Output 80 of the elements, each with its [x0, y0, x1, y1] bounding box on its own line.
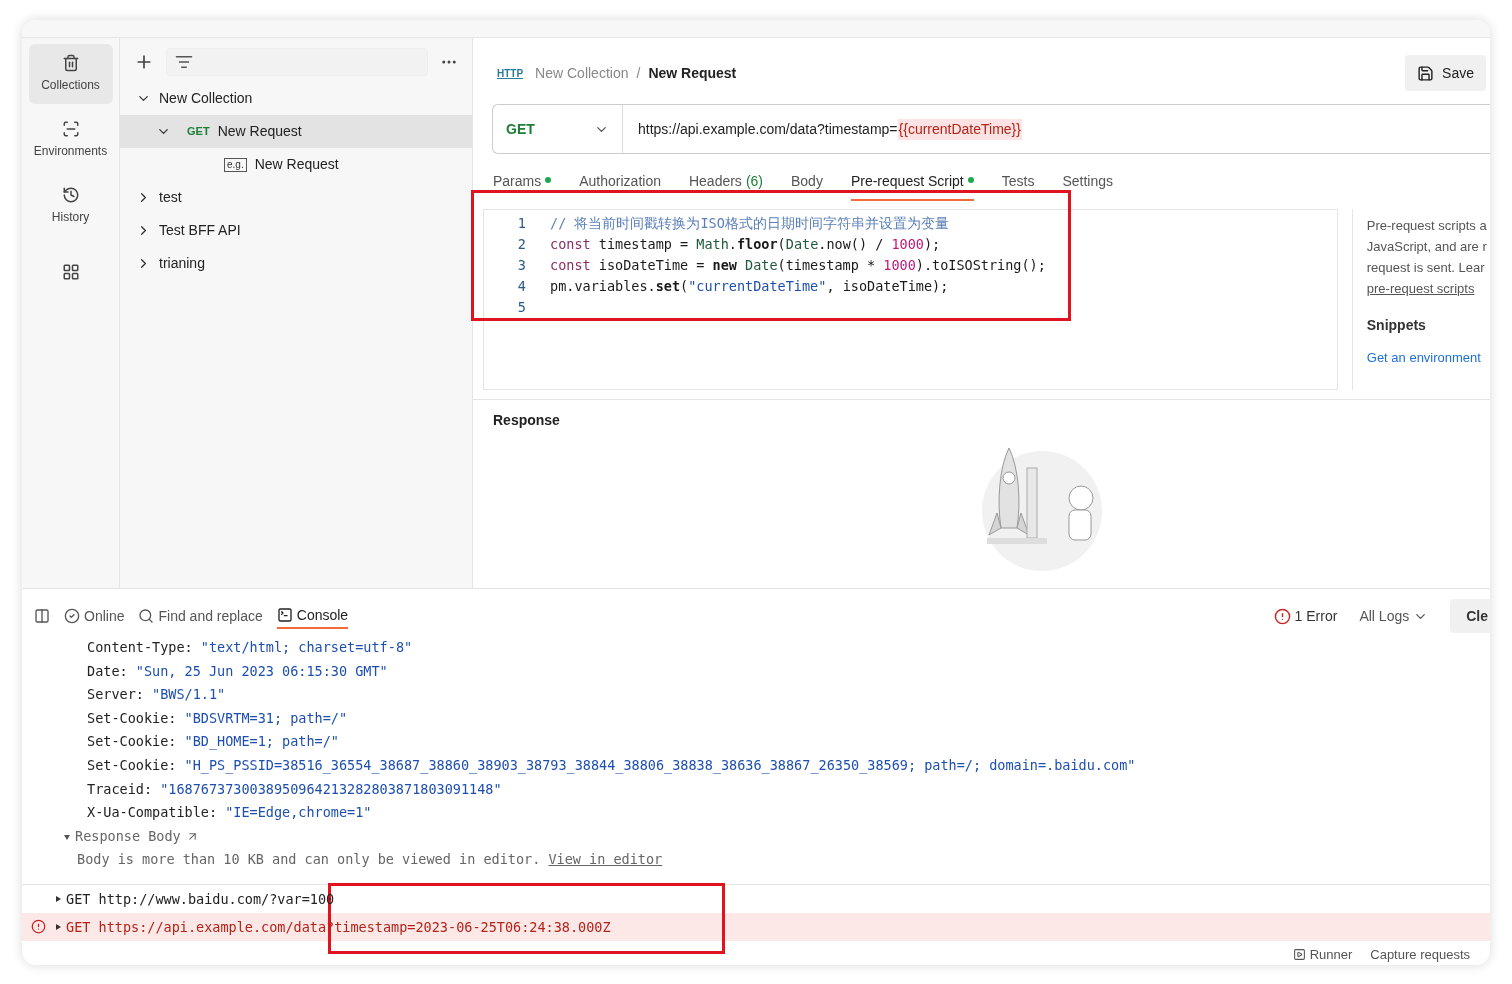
tree-item[interactable]: GET New Request: [120, 115, 472, 148]
view-in-editor-link[interactable]: View in editor: [548, 851, 663, 868]
breadcrumb-separator: /: [636, 63, 641, 83]
line-number: 5: [516, 298, 527, 318]
request-tab[interactable]: Params: [493, 171, 552, 201]
tree-item-label: New Request: [217, 122, 302, 141]
runner-button[interactable]: Runner: [1292, 944, 1353, 965]
collections-icon: [61, 54, 80, 72]
header-line: Server: "BWS/1.1": [86, 685, 227, 705]
response-title: Response: [493, 411, 561, 430]
help-text: request is sent. Lear: [1366, 259, 1486, 277]
line-number: 4: [516, 277, 527, 297]
error-icon: [1273, 607, 1291, 625]
help-text: JavaScript, and are r: [1366, 238, 1488, 256]
code-line: // 将当前时间戳转换为ISO格式的日期时间字符串并设置为变量: [549, 214, 949, 234]
caret-icon[interactable]: [64, 833, 70, 840]
tree-item-label: New Request: [254, 155, 339, 174]
request-tab[interactable]: Tests: [1001, 171, 1035, 201]
response-body-toggle[interactable]: Response Body: [22, 824, 1490, 849]
tree-item-label: trianing: [159, 254, 205, 273]
breadcrumb-collection[interactable]: New Collection: [535, 62, 629, 84]
clear-button[interactable]: Cle: [1450, 599, 1490, 633]
online-status[interactable]: Online: [64, 605, 125, 627]
snippet-link[interactable]: Get an environment: [1366, 348, 1490, 368]
panel-icon[interactable]: [34, 608, 50, 624]
url-field[interactable]: https://api.example.com/data?timestamp={{currentDateTime}}: [623, 118, 1022, 140]
log-filter[interactable]: All Logs: [1359, 605, 1429, 627]
caret-icon[interactable]: [55, 923, 61, 930]
header-line: Set-Cookie: "BD_HOME=1; path=/": [86, 732, 340, 752]
save-button[interactable]: Save: [1405, 55, 1486, 91]
rail-item[interactable]: Collections: [28, 44, 113, 104]
capture-requests-button[interactable]: Capture requests: [1370, 944, 1470, 965]
header-line: Traceid: "1687673730038950964213282803871803091148": [86, 779, 503, 799]
history-icon: [61, 186, 80, 204]
console-tab[interactable]: Console: [276, 603, 349, 629]
code-editor[interactable]: [483, 209, 1338, 390]
header-line: X-Ua-Compatible: "IE=Edge,chrome=1": [86, 803, 373, 823]
header-line: Content-Type: "text/html; charset=utf-8": [86, 638, 414, 657]
terminal-icon: [276, 607, 293, 623]
help-link[interactable]: pre-request scripts: [1366, 278, 1490, 299]
search-icon: [138, 608, 155, 624]
filter-icon: [175, 53, 193, 71]
code-line: const isoDateTime = new Date(timestamp * 1000).toISOString();: [549, 256, 1046, 276]
rail-item[interactable]: Environments: [28, 110, 113, 170]
check-icon: [64, 608, 80, 624]
body-message: Body is more than 10 KB and can only be viewed in editor.: [77, 851, 542, 868]
request-tab[interactable]: Body: [791, 171, 823, 201]
code-line: pm.variables.set("currentDateTime", isoDateTime);: [549, 277, 949, 297]
tree-item-label: New Collection: [159, 89, 253, 108]
find-replace-button[interactable]: Find and replace: [138, 605, 263, 627]
example-badge: e.g.: [224, 157, 247, 172]
play-icon: [1292, 948, 1306, 962]
request-tab[interactable]: Headers (6): [688, 171, 763, 201]
line-number: 3: [516, 256, 527, 276]
filter-field[interactable]: [166, 48, 428, 76]
method-select[interactable]: GET: [493, 105, 623, 153]
http-label: HTTP: [497, 66, 524, 81]
apps-icon: [61, 263, 80, 281]
tree-item-label: Test BFF API: [159, 221, 241, 240]
code-line: const timestamp = Math.floor(Date.now() / 1000);: [549, 235, 941, 255]
environments-icon: [61, 120, 80, 138]
variable-token: {{currentDateTime}}: [897, 118, 1022, 140]
save-icon: [1417, 64, 1435, 82]
snippets-title: Snippets: [1366, 316, 1427, 335]
line-number: 1: [516, 214, 527, 234]
rail-item[interactable]: History: [28, 176, 113, 236]
tree-item-label: test: [159, 188, 182, 207]
help-text: Pre-request scripts a: [1366, 217, 1488, 235]
method-label: GET: [187, 124, 210, 140]
caret-icon[interactable]: [55, 895, 61, 902]
error-count[interactable]: 1 Error: [1273, 605, 1338, 627]
header-line: Date: "Sun, 25 Jun 2023 06:15:30 GMT": [86, 661, 389, 681]
header-line: Set-Cookie: "BDSVRTM=31; path=/": [86, 708, 349, 728]
error-icon: [31, 919, 46, 935]
request-tab[interactable]: Settings: [1062, 171, 1114, 201]
breadcrumb-request: New Request: [648, 63, 737, 83]
line-number: 2: [516, 235, 527, 255]
header-line: Set-Cookie: "H_PS_PSSID=38516_36554_38687_38860_38903_38793_38844_38806_38838_38636_38867_26350_38569; path=/; domain=.baidu.com": [86, 755, 1137, 776]
request-tab[interactable]: Pre-request Script: [850, 171, 974, 201]
request-tab[interactable]: Authorization: [579, 171, 661, 201]
